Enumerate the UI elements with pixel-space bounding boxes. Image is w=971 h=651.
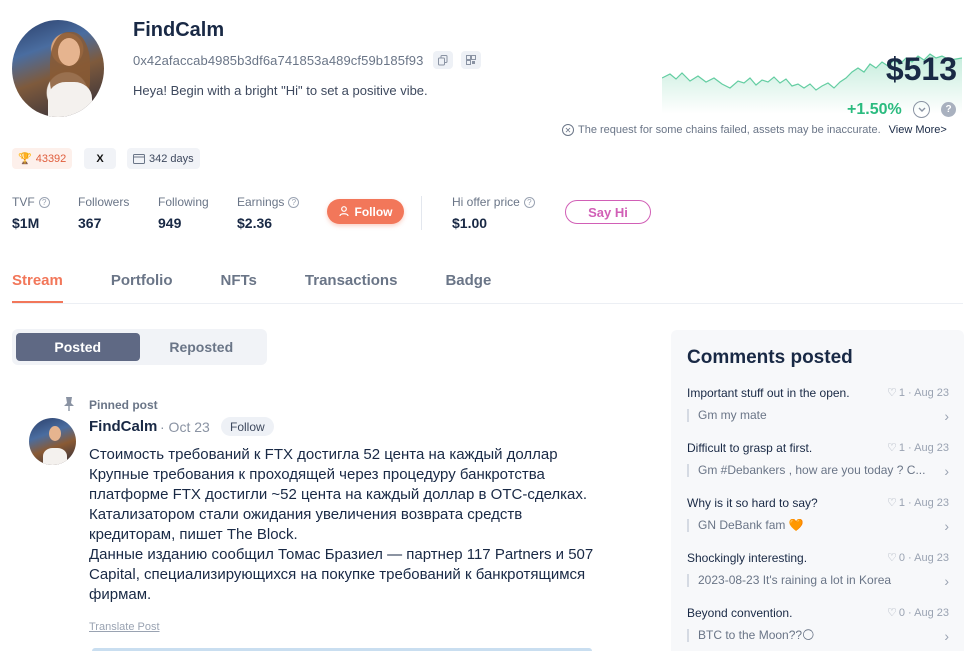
- close-circle-icon: ✕: [562, 124, 574, 136]
- account-age-text: 342 days: [149, 152, 194, 165]
- comment-item[interactable]: Important stuff out in the open. ♡ 1 · Au…: [687, 386, 949, 424]
- heart-icon: ♡: [886, 607, 897, 619]
- tabs-divider: [12, 303, 963, 304]
- help-icon[interactable]: ?: [941, 102, 956, 117]
- segment-reposted[interactable]: Reposted: [140, 333, 264, 361]
- heart-icon: ♡: [886, 552, 897, 564]
- view-more-link[interactable]: View More>: [889, 124, 947, 136]
- comments-panel: Comments posted Important stuff out in t…: [671, 330, 964, 651]
- stat-tvf: TVF? $1M: [12, 195, 50, 231]
- profile-name: FindCalm: [133, 19, 225, 41]
- heart-icon: ♡: [886, 387, 897, 399]
- chevron-down-icon[interactable]: [913, 101, 930, 118]
- help-icon[interactable]: ?: [38, 196, 50, 208]
- post-body: Стоимость требований к FTX достигла 52 ц…: [89, 446, 594, 603]
- profile-tabs: Stream Portfolio NFTs Transactions Badge: [12, 272, 491, 303]
- segment-posted[interactable]: Posted: [16, 333, 140, 361]
- heart-icon: ♡: [886, 442, 897, 454]
- post-follow-button[interactable]: Follow: [221, 417, 274, 436]
- stat-following[interactable]: Following 949: [158, 195, 209, 231]
- tab-nfts[interactable]: NFTs: [221, 272, 257, 303]
- total-balance: $513: [885, 51, 957, 87]
- stat-followers[interactable]: Followers 367: [78, 195, 129, 231]
- post-date: · Oct 23: [160, 419, 210, 435]
- comments-title: Comments posted: [687, 347, 853, 368]
- tab-transactions[interactable]: Transactions: [305, 272, 398, 303]
- score-value: 43392: [35, 152, 67, 165]
- chevron-right-icon: ›: [944, 408, 949, 424]
- divider: [421, 196, 422, 230]
- post-author[interactable]: FindCalm: [89, 418, 157, 435]
- qr-icon[interactable]: [461, 51, 481, 69]
- tab-badge[interactable]: Badge: [445, 272, 491, 303]
- follow-button[interactable]: Follow: [327, 199, 404, 224]
- pinned-label: Pinned post: [89, 398, 158, 412]
- say-hi-button[interactable]: Say Hi: [565, 200, 651, 224]
- help-icon[interactable]: ?: [523, 196, 535, 208]
- profile-bio: Heya! Begin with a bright "Hi" to set a …: [133, 83, 428, 98]
- copy-icon[interactable]: [433, 51, 453, 69]
- score-badge[interactable]: 🏆 43392: [12, 148, 73, 169]
- pin-icon: [64, 397, 74, 411]
- x-logo-icon[interactable]: X: [84, 148, 116, 169]
- comment-item[interactable]: Beyond convention. ♡ 0 · Aug 23 BTC to th…: [687, 606, 949, 644]
- tab-stream[interactable]: Stream: [12, 272, 63, 303]
- chevron-right-icon: ›: [944, 628, 949, 644]
- account-age-badge: 342 days: [127, 148, 200, 169]
- translate-post-link[interactable]: Translate Post: [89, 621, 160, 633]
- chevron-right-icon: ›: [944, 463, 949, 479]
- trophy-icon: 🏆: [18, 153, 32, 165]
- stream-filter: Posted Reposted: [12, 329, 267, 365]
- heart-icon: ♡: [886, 497, 897, 509]
- comment-item[interactable]: Difficult to grasp at first. ♡ 1 · Aug 23…: [687, 441, 949, 479]
- user-plus-icon: [338, 206, 349, 217]
- profile-avatar: [12, 20, 104, 117]
- comment-item[interactable]: Shockingly interesting. ♡ 0 · Aug 23 2023…: [687, 551, 949, 589]
- stat-earnings: Earnings? $2.36: [237, 195, 300, 231]
- help-icon[interactable]: ?: [288, 196, 300, 208]
- chevron-right-icon: ›: [944, 518, 949, 534]
- wallet-address: 0x42afaccab4985b3df6a741853a489cf59b185f…: [133, 53, 424, 68]
- balance-change: +1.50%: [847, 101, 902, 118]
- calendar-icon: [133, 154, 145, 164]
- chevron-right-icon: ›: [944, 573, 949, 589]
- warning-text: The request for some chains failed, asse…: [578, 124, 881, 136]
- tab-portfolio[interactable]: Portfolio: [111, 272, 173, 303]
- stat-offer-price: Hi offer price? $1.00: [452, 195, 535, 231]
- post-avatar[interactable]: [29, 418, 76, 465]
- comment-item[interactable]: Why is it so hard to say? ♡ 1 · Aug 23 GN…: [687, 496, 949, 534]
- chain-warning: ✕ The request for some chains failed, as…: [562, 124, 947, 136]
